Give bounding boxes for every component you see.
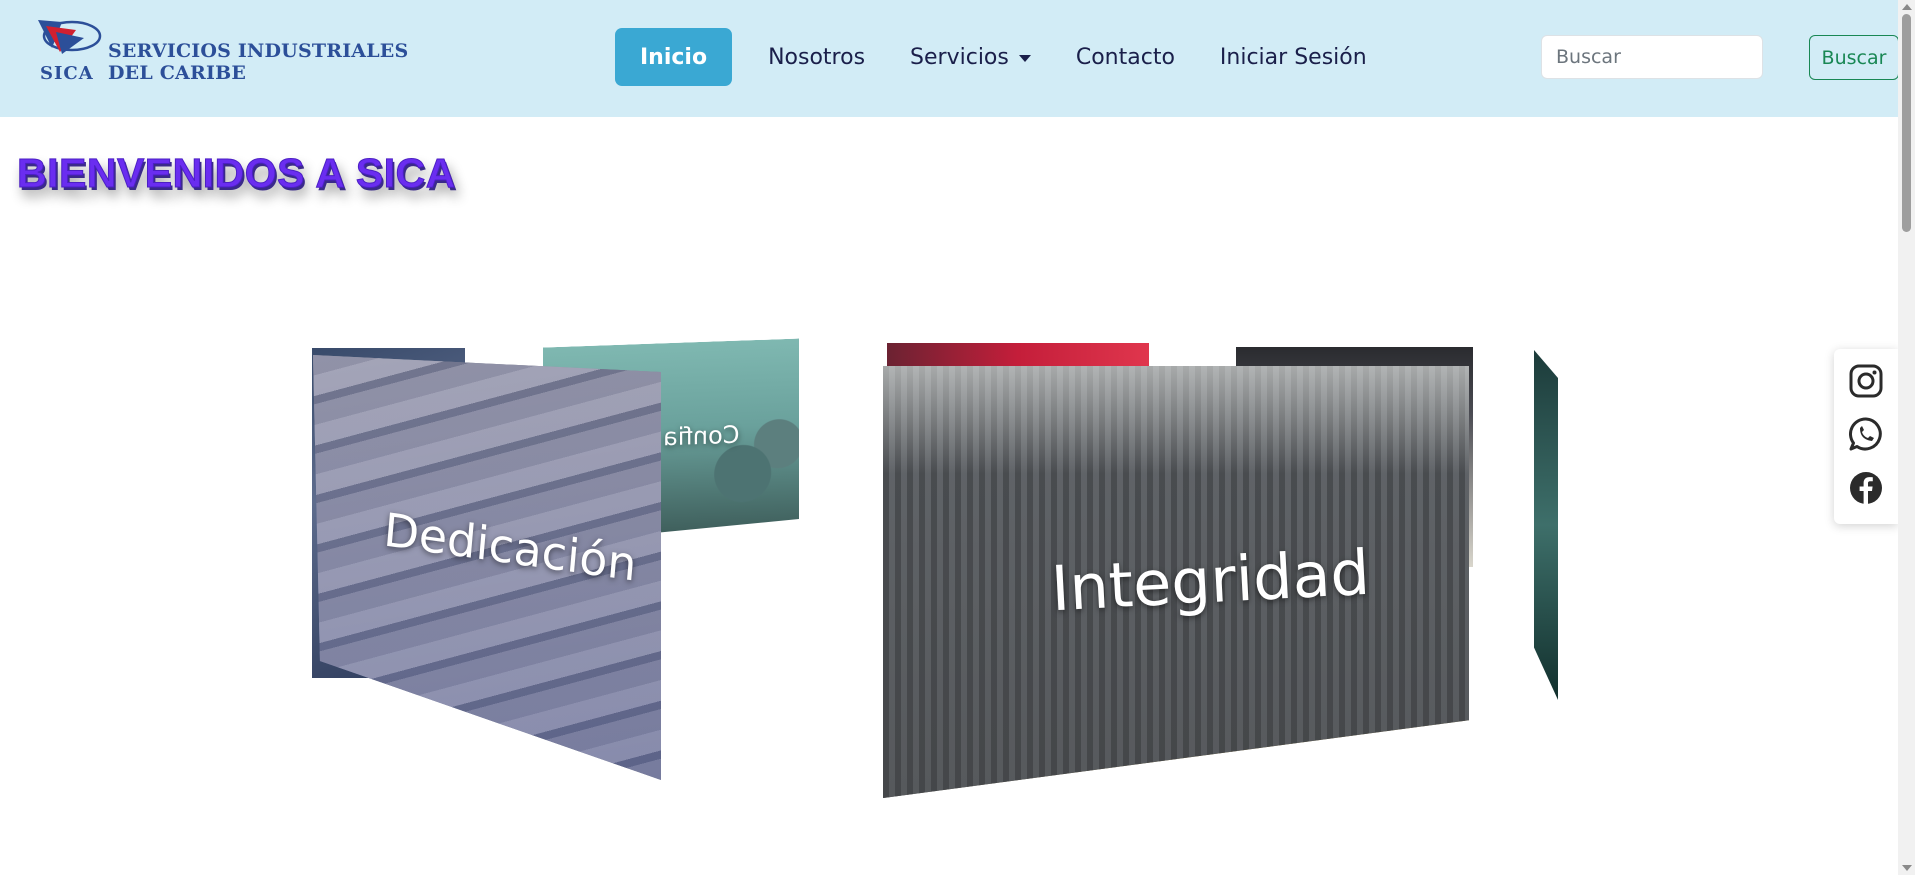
scroll-up-arrow-icon[interactable]	[1902, 4, 1912, 10]
carousel-slide-integridad[interactable]: Integridad	[883, 366, 1469, 798]
social-links-panel	[1834, 349, 1898, 524]
slide-caption: Dedicación	[381, 502, 639, 592]
facebook-icon[interactable]	[1848, 470, 1884, 506]
navbar: SICA SERVICIOS INDUSTRIALES DEL CARIBE I…	[0, 0, 1899, 117]
image-carousel-3d[interactable]: Confia Dedicación Integridad	[0, 330, 1898, 810]
slide-caption: Integridad	[1049, 535, 1372, 626]
page-title: BIENVENIDOS A SICA	[17, 150, 456, 197]
brand-logo[interactable]: SICA SERVICIOS INDUSTRIALES DEL CARIBE	[32, 16, 408, 88]
chevron-down-icon	[1018, 54, 1031, 62]
brand-short-name: SICA	[40, 63, 94, 84]
nav-item-servicios-label: Servicios	[910, 44, 1009, 70]
carousel-slide-edge	[1534, 350, 1558, 700]
carousel-slide-dedicacion[interactable]: Dedicación	[313, 355, 661, 780]
nav-item-contacto[interactable]: Contacto	[1076, 28, 1175, 86]
nav-item-nosotros[interactable]: Nosotros	[768, 28, 865, 86]
nav-item-inicio[interactable]: Inicio	[615, 28, 733, 86]
main-nav: Inicio Nosotros Servicios Contacto Inici…	[615, 28, 1412, 86]
instagram-icon[interactable]	[1848, 363, 1884, 399]
slide-caption: Confia	[663, 420, 740, 452]
scrollbar-thumb[interactable]	[1902, 14, 1911, 232]
brand-name-line1: SERVICIOS INDUSTRIALES	[108, 40, 409, 62]
scroll-down-arrow-icon[interactable]	[1902, 865, 1912, 871]
brand-name-line2: DEL CARIBE	[108, 62, 247, 84]
search-button[interactable]: Buscar	[1809, 35, 1899, 80]
nav-item-iniciar-sesion[interactable]: Iniciar Sesión	[1220, 28, 1367, 86]
nav-item-servicios[interactable]: Servicios	[910, 28, 1031, 86]
sica-flag-logo-icon	[38, 20, 102, 54]
search-input[interactable]	[1541, 35, 1763, 79]
page-scrollbar[interactable]	[1898, 0, 1915, 875]
whatsapp-icon[interactable]	[1848, 416, 1884, 452]
